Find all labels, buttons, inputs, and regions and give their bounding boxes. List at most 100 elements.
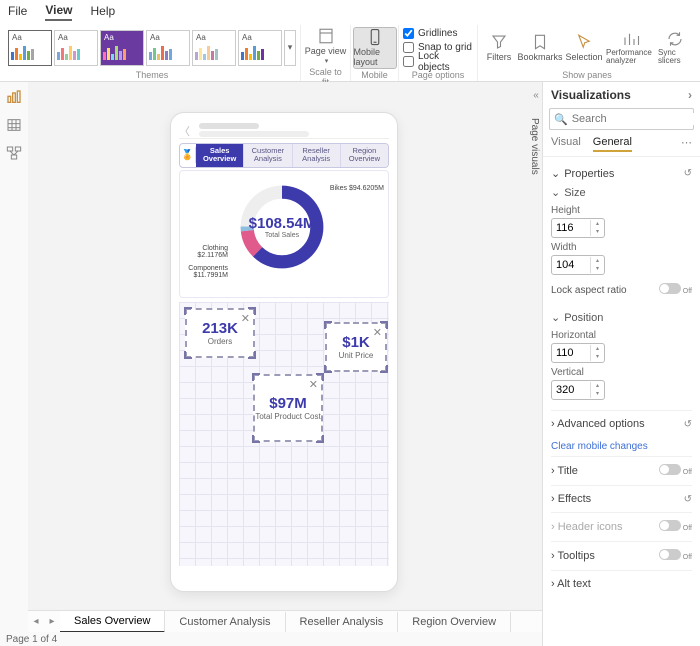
page-tabs-bar: ◂ ▸ Sales Overview Customer Analysis Res… bbox=[28, 610, 542, 632]
themes-dropdown[interactable]: ▾ bbox=[284, 30, 296, 66]
tooltips-section[interactable]: › Tooltips Off bbox=[551, 541, 692, 570]
spin-down-icon[interactable]: ▾ bbox=[591, 265, 604, 273]
width-input[interactable]: ▴▾ bbox=[551, 255, 605, 275]
reset-icon[interactable]: ↺ bbox=[684, 419, 692, 430]
alt-text-section[interactable]: › Alt text bbox=[551, 570, 692, 597]
menu-bar: File View Help bbox=[0, 0, 700, 22]
theme-swatch-4[interactable]: Aa bbox=[146, 30, 190, 66]
report-tab-region-overview[interactable]: Region Overview bbox=[341, 144, 388, 167]
sync-slicers-button[interactable]: Sync slicers bbox=[658, 27, 692, 69]
page-visuals-tab[interactable]: Page visuals bbox=[529, 118, 540, 175]
mobile-layout-button[interactable]: Mobile layout bbox=[353, 27, 397, 69]
canvas-area[interactable]: 〈 🏅 Sales Overview Customer Analysis Res… bbox=[28, 82, 542, 610]
orders-card[interactable]: ✕ 213K Orders bbox=[185, 308, 255, 358]
horizontal-label: Horizontal bbox=[551, 330, 692, 341]
clear-mobile-changes-link[interactable]: Clear mobile changes bbox=[551, 437, 648, 456]
page-view-button[interactable]: Page view▾ bbox=[304, 25, 348, 67]
orders-label: Orders bbox=[208, 337, 232, 346]
advanced-options-section[interactable]: › Advanced options ↺ bbox=[551, 410, 692, 437]
effects-section[interactable]: › Effects ↺ bbox=[551, 485, 692, 512]
close-icon[interactable]: ✕ bbox=[241, 312, 250, 325]
unit-price-card[interactable]: ✕ $1K Unit Price bbox=[325, 322, 387, 372]
selection-button[interactable]: Selection bbox=[564, 27, 604, 69]
menu-file[interactable]: File bbox=[8, 2, 27, 20]
page-next-button[interactable]: ▸ bbox=[44, 616, 60, 627]
performance-analyzer-button[interactable]: Performance analyzer bbox=[606, 27, 656, 69]
theme-swatch-1[interactable]: Aa bbox=[8, 30, 52, 66]
total-sales-donut-card[interactable]: $108.54M Total Sales Bikes $94.6205M Clo… bbox=[179, 170, 389, 298]
reset-icon[interactable]: ↺ bbox=[684, 494, 692, 505]
data-view-icon[interactable] bbox=[5, 116, 23, 134]
spin-up-icon[interactable]: ▴ bbox=[591, 345, 604, 353]
bookmarks-button[interactable]: Bookmarks bbox=[518, 27, 562, 69]
chevron-down-icon: ⌄ bbox=[551, 311, 560, 324]
total-product-cost-card[interactable]: ✕ $97M Total Product Cost bbox=[253, 374, 323, 442]
report-tab-reseller-analysis[interactable]: Reseller Analysis bbox=[293, 144, 341, 167]
chevron-right-icon: › bbox=[551, 465, 555, 477]
spin-down-icon[interactable]: ▾ bbox=[591, 228, 604, 236]
horizontal-input[interactable]: ▴▾ bbox=[551, 343, 605, 363]
theme-swatch-3[interactable]: Aa bbox=[100, 30, 144, 66]
report-tab-sales-overview[interactable]: Sales Overview bbox=[196, 144, 244, 167]
expand-pane-icon[interactable]: › bbox=[688, 88, 692, 102]
spin-up-icon[interactable]: ▴ bbox=[591, 382, 604, 390]
close-icon[interactable]: ✕ bbox=[309, 378, 318, 391]
spin-up-icon[interactable]: ▴ bbox=[591, 220, 604, 228]
page-tab-sales-overview[interactable]: Sales Overview bbox=[60, 611, 165, 633]
height-input[interactable]: ▴▾ bbox=[551, 218, 605, 238]
size-section[interactable]: ⌄Size bbox=[551, 182, 692, 201]
gridlines-checkbox[interactable]: Gridlines bbox=[403, 27, 457, 41]
lock-aspect-ratio-toggle[interactable] bbox=[659, 283, 681, 294]
title-toggle[interactable] bbox=[659, 464, 681, 475]
menu-view[interactable]: View bbox=[45, 1, 72, 21]
donut-label-components: Components $11.7991M bbox=[182, 265, 228, 279]
visualizations-pane: « Page visuals Visualizations › 🔍 Visual… bbox=[542, 82, 700, 646]
page-prev-button[interactable]: ◂ bbox=[28, 616, 44, 627]
back-icon[interactable]: 〈 bbox=[179, 123, 193, 137]
page-tab-region-overview[interactable]: Region Overview bbox=[398, 612, 511, 632]
lock-objects-checkbox[interactable]: Lock objects bbox=[403, 55, 473, 69]
collapse-pane-icon[interactable]: « bbox=[529, 88, 543, 102]
total-sales-value: $108.54M bbox=[249, 215, 316, 232]
spin-down-icon[interactable]: ▾ bbox=[591, 353, 604, 361]
close-icon[interactable]: ✕ bbox=[373, 326, 382, 339]
ribbon-group-themes-label: Themes bbox=[136, 70, 169, 81]
chevron-right-icon: › bbox=[551, 521, 555, 533]
search-box[interactable]: 🔍 bbox=[549, 108, 694, 130]
vertical-label: Vertical bbox=[551, 367, 692, 378]
spin-down-icon[interactable]: ▾ bbox=[591, 390, 604, 398]
pane-tab-general[interactable]: General bbox=[593, 136, 632, 152]
total-sales-label: Total Sales bbox=[265, 232, 299, 239]
menu-help[interactable]: Help bbox=[90, 2, 115, 20]
spin-up-icon[interactable]: ▴ bbox=[591, 257, 604, 265]
report-tab-customer-analysis[interactable]: Customer Analysis bbox=[244, 144, 292, 167]
vertical-input[interactable]: ▴▾ bbox=[551, 380, 605, 400]
ribbon-group-show-panes-label: Show panes bbox=[562, 70, 612, 81]
ribbon: Aa Aa Aa Aa Aa Aa ▾ Themes Page view▾ Sc… bbox=[0, 22, 700, 82]
donut-label-clothing: Clothing $2.1176M bbox=[182, 245, 228, 259]
position-section[interactable]: ⌄Position bbox=[551, 307, 692, 326]
theme-swatch-6[interactable]: Aa bbox=[238, 30, 282, 66]
left-view-rail bbox=[0, 82, 28, 162]
bookmark-icon bbox=[531, 33, 549, 51]
more-options-icon[interactable]: ⋯ bbox=[681, 136, 692, 152]
properties-section[interactable]: ⌄ Properties ↺ bbox=[551, 161, 692, 182]
reset-icon[interactable]: ↺ bbox=[684, 168, 692, 179]
mobile-grid[interactable]: ✕ 213K Orders ✕ $1K Unit Price ✕ $97M To… bbox=[179, 302, 389, 566]
title-section[interactable]: › Title Off bbox=[551, 456, 692, 485]
pane-tab-visual[interactable]: Visual bbox=[551, 136, 581, 152]
search-input[interactable] bbox=[572, 113, 700, 125]
height-label: Height bbox=[551, 205, 692, 216]
pane-header: Visualizations › bbox=[543, 82, 700, 108]
model-view-icon[interactable] bbox=[5, 144, 23, 162]
page-tab-reseller-analysis[interactable]: Reseller Analysis bbox=[286, 612, 399, 632]
ribbon-group-mobile-label: Mobile bbox=[361, 70, 388, 81]
filters-button[interactable]: Filters bbox=[482, 27, 516, 69]
theme-swatch-5[interactable]: Aa bbox=[192, 30, 236, 66]
subtitle-placeholder bbox=[199, 131, 309, 137]
theme-swatch-2[interactable]: Aa bbox=[54, 30, 98, 66]
selection-icon bbox=[575, 33, 593, 51]
report-view-icon[interactable] bbox=[5, 88, 23, 106]
page-tab-customer-analysis[interactable]: Customer Analysis bbox=[165, 612, 285, 632]
tooltips-toggle[interactable] bbox=[659, 549, 681, 560]
